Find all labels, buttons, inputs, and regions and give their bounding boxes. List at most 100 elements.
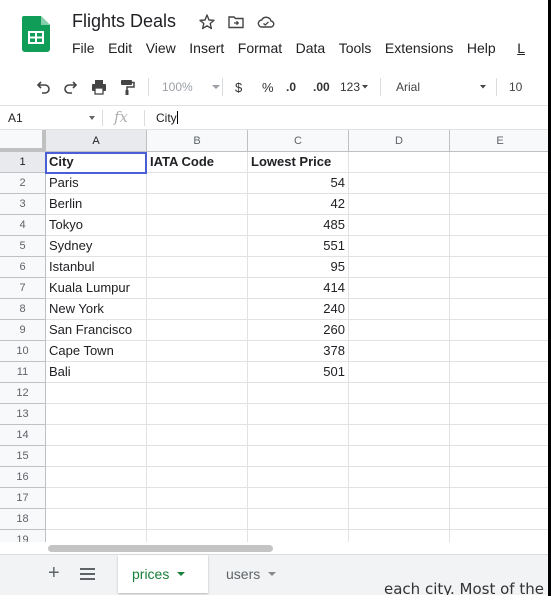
cell-c8[interactable]: 240 (248, 299, 349, 320)
add-sheet-icon[interactable]: + (48, 563, 60, 583)
cell-a13[interactable] (46, 404, 147, 425)
cell-c17[interactable] (248, 488, 349, 509)
cell-e11[interactable] (450, 362, 551, 383)
cell-e3[interactable] (450, 194, 551, 215)
currency-format-button[interactable]: $ (235, 76, 242, 98)
cell-a6[interactable]: Istanbul (46, 257, 147, 278)
star-icon[interactable] (198, 13, 216, 31)
row-header-9[interactable]: 9 (0, 320, 46, 341)
font-family-select[interactable]: Arial (396, 76, 488, 98)
cell-b2[interactable] (147, 173, 248, 194)
cell-c15[interactable] (248, 446, 349, 467)
number-format-select[interactable]: 123 (340, 76, 370, 98)
menu-file[interactable]: File (72, 40, 95, 56)
cell-e16[interactable] (450, 467, 551, 488)
cell-b7[interactable] (147, 278, 248, 299)
cell-a17[interactable] (46, 488, 147, 509)
row-header-3[interactable]: 3 (0, 194, 46, 215)
cell-b19[interactable] (147, 530, 248, 542)
cell-b1[interactable]: IATA Code (147, 152, 248, 173)
cell-e5[interactable] (450, 236, 551, 257)
cell-d9[interactable] (349, 320, 450, 341)
sheets-logo-icon[interactable] (22, 16, 50, 52)
redo-button[interactable] (62, 76, 80, 98)
menu-tools[interactable]: Tools (339, 40, 372, 56)
cell-a12[interactable] (46, 383, 147, 404)
row-header-15[interactable]: 15 (0, 446, 46, 467)
cell-b12[interactable] (147, 383, 248, 404)
cell-a4[interactable]: Tokyo (46, 215, 147, 236)
cell-e18[interactable] (450, 509, 551, 530)
menu-format[interactable]: Format (238, 40, 282, 56)
cell-b14[interactable] (147, 425, 248, 446)
cell-d5[interactable] (349, 236, 450, 257)
row-header-4[interactable]: 4 (0, 215, 46, 236)
name-box[interactable]: A1 (8, 111, 23, 125)
cell-c18[interactable] (248, 509, 349, 530)
column-header-b[interactable]: B (147, 130, 248, 152)
cell-a10[interactable]: Cape Town (46, 341, 147, 362)
all-sheets-menu-icon[interactable] (80, 567, 95, 581)
cell-e9[interactable] (450, 320, 551, 341)
cell-c3[interactable]: 42 (248, 194, 349, 215)
cell-a8[interactable]: New York (46, 299, 147, 320)
font-size-select[interactable]: 10 (509, 76, 522, 98)
cell-c19[interactable] (248, 530, 349, 542)
cell-e8[interactable] (450, 299, 551, 320)
row-header-16[interactable]: 16 (0, 467, 46, 488)
cell-d13[interactable] (349, 404, 450, 425)
cell-c4[interactable]: 485 (248, 215, 349, 236)
formula-input[interactable]: City (156, 111, 178, 125)
cell-b10[interactable] (147, 341, 248, 362)
column-header-c[interactable]: C (248, 130, 349, 152)
row-header-1[interactable]: 1 (0, 152, 46, 173)
sheet-tab-users[interactable]: users (210, 555, 300, 593)
cell-e19[interactable] (450, 530, 551, 542)
percent-format-button[interactable]: % (262, 76, 274, 98)
decrease-decimal-button[interactable]: .0 (286, 76, 296, 98)
row-header-5[interactable]: 5 (0, 236, 46, 257)
menu-edit[interactable]: Edit (108, 40, 132, 56)
cell-d6[interactable] (349, 257, 450, 278)
cell-d4[interactable] (349, 215, 450, 236)
cell-d12[interactable] (349, 383, 450, 404)
chevron-down-icon[interactable] (268, 572, 277, 576)
menu-extensions[interactable]: Extensions (385, 40, 453, 56)
cell-d18[interactable] (349, 509, 450, 530)
zoom-select[interactable]: 100% (162, 76, 225, 98)
cell-a14[interactable] (46, 425, 147, 446)
cell-a2[interactable]: Paris (46, 173, 147, 194)
select-all-corner[interactable] (0, 130, 46, 152)
undo-button[interactable] (34, 76, 52, 98)
row-header-11[interactable]: 11 (0, 362, 46, 383)
cell-b3[interactable] (147, 194, 248, 215)
cell-b18[interactable] (147, 509, 248, 530)
cell-b13[interactable] (147, 404, 248, 425)
cell-c12[interactable] (248, 383, 349, 404)
cell-d14[interactable] (349, 425, 450, 446)
row-header-18[interactable]: 18 (0, 509, 46, 530)
cell-d7[interactable] (349, 278, 450, 299)
row-header-19[interactable]: 19 (0, 530, 46, 542)
cell-d10[interactable] (349, 341, 450, 362)
cell-b15[interactable] (147, 446, 248, 467)
cell-e7[interactable] (450, 278, 551, 299)
row-header-14[interactable]: 14 (0, 425, 46, 446)
horizontal-scrollbar[interactable] (46, 542, 551, 554)
column-header-e[interactable]: E (450, 130, 551, 152)
column-header-a[interactable]: A (46, 130, 147, 152)
cell-b8[interactable] (147, 299, 248, 320)
cell-a16[interactable] (46, 467, 147, 488)
row-header-8[interactable]: 8 (0, 299, 46, 320)
cell-d8[interactable] (349, 299, 450, 320)
cell-c5[interactable]: 551 (248, 236, 349, 257)
row-header-6[interactable]: 6 (0, 257, 46, 278)
name-box-dropdown-icon[interactable] (89, 116, 95, 120)
cell-b6[interactable] (147, 257, 248, 278)
cell-e12[interactable] (450, 383, 551, 404)
cloud-status-icon[interactable] (257, 13, 275, 31)
cell-e1[interactable] (450, 152, 551, 173)
menu-data[interactable]: Data (296, 40, 326, 56)
row-header-13[interactable]: 13 (0, 404, 46, 425)
chevron-down-icon[interactable] (177, 572, 186, 576)
